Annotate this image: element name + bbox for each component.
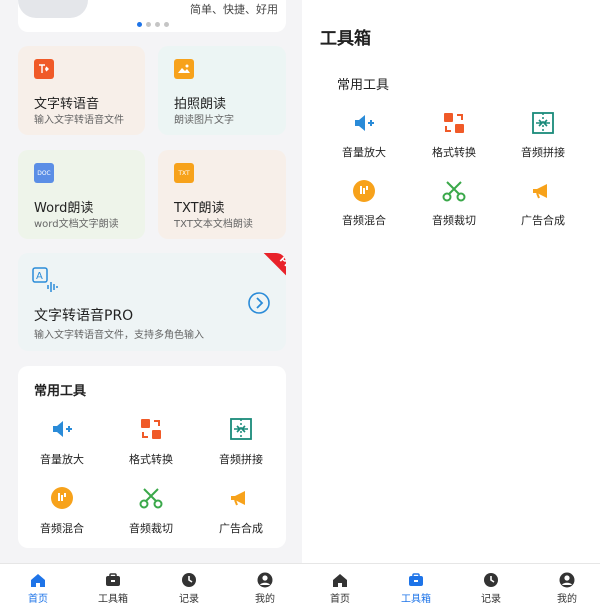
tool-item-ad-compose[interactable]: 广告合成 xyxy=(508,178,578,228)
card-subtitle: 输入文字转语音文件 xyxy=(34,115,124,126)
tool-item-format-convert[interactable]: 格式转换 xyxy=(419,110,489,160)
card-title: TXT朗读 xyxy=(174,201,225,216)
audio-cut-icon xyxy=(441,178,467,204)
user-icon xyxy=(235,572,295,588)
tool-label: 音频拼接 xyxy=(219,453,263,466)
audio-mix-icon xyxy=(49,485,75,511)
tool-item-volume-up[interactable]: 音量放大 xyxy=(329,110,399,160)
doc-icon: DOC xyxy=(34,163,54,183)
txt-icon: TXT xyxy=(174,163,194,183)
nav-item-clock[interactable]: 记录 xyxy=(159,572,219,605)
card-title: Word朗读 xyxy=(34,201,94,216)
tool-label: 广告合成 xyxy=(521,214,565,227)
section-title: 常用工具 xyxy=(34,384,87,399)
card-title: 文字转语音 xyxy=(34,97,100,112)
nav-label: 记录 xyxy=(481,594,501,605)
nav-item-home[interactable]: 首页 xyxy=(8,572,68,605)
banner-image xyxy=(18,0,88,18)
tool-label: 音频拼接 xyxy=(521,146,565,159)
section-title: 常用工具 xyxy=(337,78,390,93)
nav-item-toolbox[interactable]: 工具箱 xyxy=(386,572,446,605)
tool-item-audio-splice[interactable]: 音频拼接 xyxy=(508,110,578,160)
tool-label: 音频裁切 xyxy=(432,214,476,227)
tool-item-format-convert[interactable]: 格式转换 xyxy=(116,416,186,467)
nav-item-user[interactable]: 我的 xyxy=(235,572,295,605)
tool-label: 音频混合 xyxy=(342,214,386,227)
ad-compose-icon xyxy=(530,178,556,204)
tool-item-volume-up[interactable]: 音量放大 xyxy=(27,416,97,467)
nav-item-user[interactable]: 我的 xyxy=(537,572,597,605)
text-to-speech-icon xyxy=(34,59,54,79)
audio-mix-icon xyxy=(351,178,377,204)
format-convert-icon xyxy=(138,416,164,442)
toolbox-icon xyxy=(386,572,446,588)
audio-splice-icon xyxy=(228,416,254,442)
tool-item-audio-cut[interactable]: 音频裁切 xyxy=(116,485,186,536)
nav-item-toolbox[interactable]: 工具箱 xyxy=(83,572,143,605)
photo-read-icon xyxy=(174,59,194,79)
audio-cut-icon xyxy=(138,485,164,511)
nav-label: 工具箱 xyxy=(98,594,128,605)
carousel-dot[interactable] xyxy=(155,22,160,27)
nav-label: 工具箱 xyxy=(401,594,431,605)
nav-item-home[interactable]: 首页 xyxy=(310,572,370,605)
ad-compose-icon xyxy=(228,485,254,511)
toolbox-icon xyxy=(83,572,143,588)
tool-item-ad-compose[interactable]: 广告合成 xyxy=(206,485,276,536)
tool-item-audio-cut[interactable]: 音频裁切 xyxy=(419,178,489,228)
clock-icon xyxy=(461,572,521,588)
card-word-read[interactable]: DOC Word朗读 word文档文字朗读 xyxy=(18,150,145,239)
chevron-right-icon[interactable] xyxy=(247,291,271,315)
tool-item-audio-mix[interactable]: 音频混合 xyxy=(329,178,399,228)
nav-label: 我的 xyxy=(557,594,577,605)
carousel-dot[interactable] xyxy=(146,22,151,27)
card-subtitle: word文档文字朗读 xyxy=(34,219,119,230)
format-convert-icon xyxy=(441,110,467,136)
card-title: 文字转语音PRO xyxy=(34,308,134,324)
tool-label: 音量放大 xyxy=(40,453,84,466)
tool-item-audio-mix[interactable]: 音频混合 xyxy=(27,485,97,536)
card-subtitle: 输入文字转语音文件，支持多角色输入 xyxy=(34,330,204,341)
volume-up-icon xyxy=(49,416,75,442)
carousel-dot[interactable] xyxy=(164,22,169,27)
nav-label: 我的 xyxy=(255,594,275,605)
card-title: 拍照朗读 xyxy=(174,97,227,112)
nav-label: 记录 xyxy=(179,594,199,605)
tool-label: 音频裁切 xyxy=(129,522,173,535)
volume-up-icon xyxy=(351,110,377,136)
audio-splice-icon xyxy=(530,110,556,136)
tool-label: 格式转换 xyxy=(432,146,476,159)
user-icon xyxy=(537,572,597,588)
tool-label: 音频混合 xyxy=(40,522,84,535)
card-text-to-speech-pro[interactable]: A 文字转语音PRO 输入文字转语音文件，支持多角色输入 PRO xyxy=(18,253,286,351)
card-subtitle: 朗读图片文字 xyxy=(174,115,234,126)
card-text-to-speech[interactable]: 文字转语音 输入文字转语音文件 xyxy=(18,46,145,135)
card-txt-read[interactable]: TXT TXT朗读 TXT文本文档朗读 xyxy=(158,150,286,239)
tool-label: 音量放大 xyxy=(342,146,386,159)
card-subtitle: TXT文本文档朗读 xyxy=(174,219,253,230)
toolbox-screen: 工具箱 常用工具 xyxy=(302,0,600,612)
page-title: 工具箱 xyxy=(320,29,371,49)
nav-label: 首页 xyxy=(330,594,350,605)
nav-item-clock[interactable]: 记录 xyxy=(461,572,521,605)
svg-text:A: A xyxy=(36,271,43,282)
home-icon xyxy=(310,572,370,588)
carousel-dot-active[interactable] xyxy=(137,22,142,27)
tool-label: 格式转换 xyxy=(129,453,173,466)
nav-label: 首页 xyxy=(28,594,48,605)
tool-item-audio-splice[interactable]: 音频拼接 xyxy=(206,416,276,467)
clock-icon xyxy=(159,572,219,588)
text-audio-icon: A xyxy=(32,267,58,292)
banner-text: 简单、快捷、好用 xyxy=(190,3,278,16)
card-photo-read[interactable]: 拍照朗读 朗读图片文字 xyxy=(158,46,286,135)
tool-label: 广告合成 xyxy=(219,522,263,535)
home-icon xyxy=(8,572,68,588)
